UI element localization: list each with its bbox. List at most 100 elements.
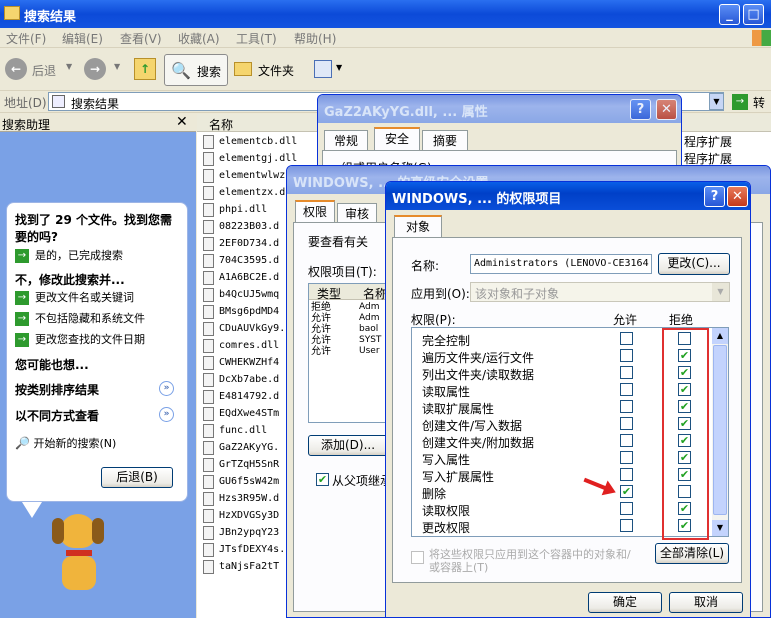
entries-table[interactable]: 类型 名称 拒绝 Adm 允许 Adm 允许 baol 允许 SYST 允许 User bbox=[308, 283, 389, 423]
search-panel-header: 搜索助理 ✕ bbox=[0, 114, 196, 132]
tab-general[interactable]: 常规 bbox=[324, 130, 368, 150]
cancel-button[interactable]: 取消 bbox=[669, 592, 743, 613]
sort-by-category-link[interactable]: 按类别排序结果 » bbox=[15, 381, 175, 398]
minimize-button[interactable]: _ bbox=[719, 4, 740, 25]
dll-file-icon bbox=[203, 254, 214, 268]
close-button[interactable]: ✕ bbox=[727, 186, 748, 207]
entries-header: 类型 名称 bbox=[309, 284, 389, 302]
forward-dropdown-icon[interactable]: ▼ bbox=[114, 62, 120, 71]
allow-checkbox[interactable] bbox=[620, 502, 633, 515]
apply-to-select[interactable]: 该对象和子对象 ▼ bbox=[470, 282, 730, 302]
inherit-checkbox[interactable] bbox=[316, 473, 329, 486]
entry-type: 拒绝 bbox=[311, 302, 331, 313]
go-icon[interactable]: → bbox=[732, 94, 748, 110]
change-date-link[interactable]: → 更改您查找的文件日期 bbox=[15, 331, 145, 349]
assistant-back-button[interactable]: 后退(B) bbox=[101, 467, 173, 488]
tab-permissions[interactable]: 权限 bbox=[295, 200, 335, 222]
scroll-up-icon[interactable]: ▲ bbox=[712, 328, 728, 344]
magnifier-icon: 🔎 bbox=[15, 436, 30, 450]
allow-checkbox[interactable] bbox=[620, 417, 633, 430]
entry-row[interactable]: 允许 baol bbox=[309, 324, 387, 335]
allow-checkbox[interactable] bbox=[620, 349, 633, 362]
folder-icon bbox=[4, 6, 20, 20]
search-dog-icon[interactable] bbox=[46, 514, 110, 594]
back-icon[interactable]: ← bbox=[5, 58, 27, 80]
name-label: 名称: bbox=[411, 259, 440, 273]
help-button[interactable]: ? bbox=[704, 186, 725, 207]
file-name: GaZ2AKyYG. bbox=[219, 442, 280, 453]
exclude-hidden-link[interactable]: → 不包括隐藏和系统文件 bbox=[15, 310, 145, 328]
entries-label: 权限项目(T): bbox=[308, 265, 377, 279]
menu-tools[interactable]: 工具(T) bbox=[236, 30, 277, 47]
search-toolbar-button[interactable]: 🔍 搜索 bbox=[164, 54, 228, 86]
tab-object[interactable]: 对象 bbox=[394, 215, 442, 237]
views-icon[interactable] bbox=[314, 60, 332, 78]
clear-all-button[interactable]: 全部清除(L) bbox=[655, 543, 729, 564]
forward-icon[interactable]: → bbox=[84, 58, 106, 80]
allow-checkbox[interactable] bbox=[620, 366, 633, 379]
new-search-link[interactable]: 🔎 开始新的搜索(N) bbox=[15, 435, 116, 451]
entry-row[interactable]: 允许 Adm bbox=[309, 313, 387, 324]
allow-checkbox[interactable] bbox=[620, 434, 633, 447]
chevron-down-icon: » bbox=[159, 381, 174, 396]
back-dropdown-icon[interactable]: ▼ bbox=[66, 62, 72, 71]
deny-header: 拒绝 bbox=[669, 313, 694, 327]
menu-edit[interactable]: 编辑(E) bbox=[62, 30, 103, 47]
scrollbar[interactable]: ▲ ▼ bbox=[712, 328, 728, 536]
up-folder-icon[interactable]: ↑ bbox=[134, 58, 156, 80]
allow-checkbox[interactable] bbox=[620, 383, 633, 396]
help-button[interactable]: ? bbox=[630, 99, 651, 120]
allow-checkbox[interactable] bbox=[620, 400, 633, 413]
back-label[interactable]: 后退 bbox=[32, 62, 56, 79]
windows-logo-icon bbox=[752, 30, 771, 46]
maximize-button[interactable]: □ bbox=[743, 4, 764, 25]
permission-name: 更改权限 bbox=[422, 521, 471, 535]
close-panel-icon[interactable]: ✕ bbox=[176, 114, 188, 130]
folders-label[interactable]: 文件夹 bbox=[258, 62, 294, 79]
sort-label: 按类别排序结果 bbox=[15, 383, 100, 397]
exclude-hidden-label: 不包括隐藏和系统文件 bbox=[35, 312, 145, 325]
view-differently-link[interactable]: 以不同方式查看 » bbox=[15, 407, 175, 424]
tab-auditing[interactable]: 审核 bbox=[337, 203, 377, 222]
dll-file-icon bbox=[203, 492, 214, 506]
search-panel: 搜索助理 ✕ 找到了 29 个文件。找到您需要的吗? → 是的，已完成搜索 不，修… bbox=[0, 114, 196, 618]
tab-security[interactable]: 安全 bbox=[374, 127, 420, 150]
tab-summary[interactable]: 摘要 bbox=[422, 130, 468, 150]
menu-view[interactable]: 查看(V) bbox=[120, 30, 162, 47]
ok-button[interactable]: 确定 bbox=[588, 592, 662, 613]
menu-file[interactable]: 文件(F) bbox=[6, 30, 46, 47]
dll-file-icon bbox=[203, 356, 214, 370]
change-filename-link[interactable]: → 更改文件名或关键词 bbox=[15, 289, 134, 307]
entry-row[interactable]: 允许 User bbox=[309, 346, 387, 357]
allow-checkbox[interactable] bbox=[620, 519, 633, 532]
address-dropdown-icon[interactable]: ▼ bbox=[709, 93, 724, 110]
allow-checkbox[interactable] bbox=[620, 468, 633, 481]
allow-checkbox[interactable] bbox=[620, 451, 633, 464]
allow-checkbox[interactable] bbox=[620, 332, 633, 345]
permissions-label: 权限(P): bbox=[411, 313, 456, 327]
views-dropdown-icon[interactable]: ▼ bbox=[336, 63, 342, 72]
apply-to-label: 应用到(O): bbox=[411, 287, 470, 301]
add-button[interactable]: 添加(D)... bbox=[308, 435, 388, 456]
advanced-intro: 要查看有关 bbox=[308, 235, 369, 249]
scroll-thumb[interactable] bbox=[713, 345, 727, 515]
yes-done-link[interactable]: → 是的，已完成搜索 bbox=[15, 247, 123, 265]
folders-icon[interactable] bbox=[234, 62, 252, 76]
type-column[interactable]: 类型 bbox=[317, 285, 341, 302]
dll-file-icon bbox=[203, 407, 214, 421]
menu-help[interactable]: 帮助(H) bbox=[294, 30, 336, 47]
entry-row[interactable]: 拒绝 Adm bbox=[309, 302, 387, 313]
name-column[interactable]: 名称 bbox=[363, 285, 387, 302]
apply-only-checkbox[interactable] bbox=[411, 551, 424, 564]
allow-checkbox[interactable] bbox=[620, 485, 633, 498]
close-button[interactable]: ✕ bbox=[656, 99, 677, 120]
entry-row[interactable]: 允许 SYST bbox=[309, 335, 387, 346]
file-row[interactable]: elementcb.dll bbox=[203, 134, 323, 150]
menu-favorites[interactable]: 收藏(A) bbox=[178, 30, 220, 47]
dll-file-icon bbox=[203, 237, 214, 251]
file-name: JBn2ypqY23 bbox=[219, 527, 280, 538]
search-panel-title: 搜索助理 bbox=[2, 118, 51, 132]
scroll-down-icon[interactable]: ▼ bbox=[712, 520, 728, 536]
change-button[interactable]: 更改(C)... bbox=[658, 253, 730, 275]
dll-file-icon bbox=[203, 152, 214, 166]
